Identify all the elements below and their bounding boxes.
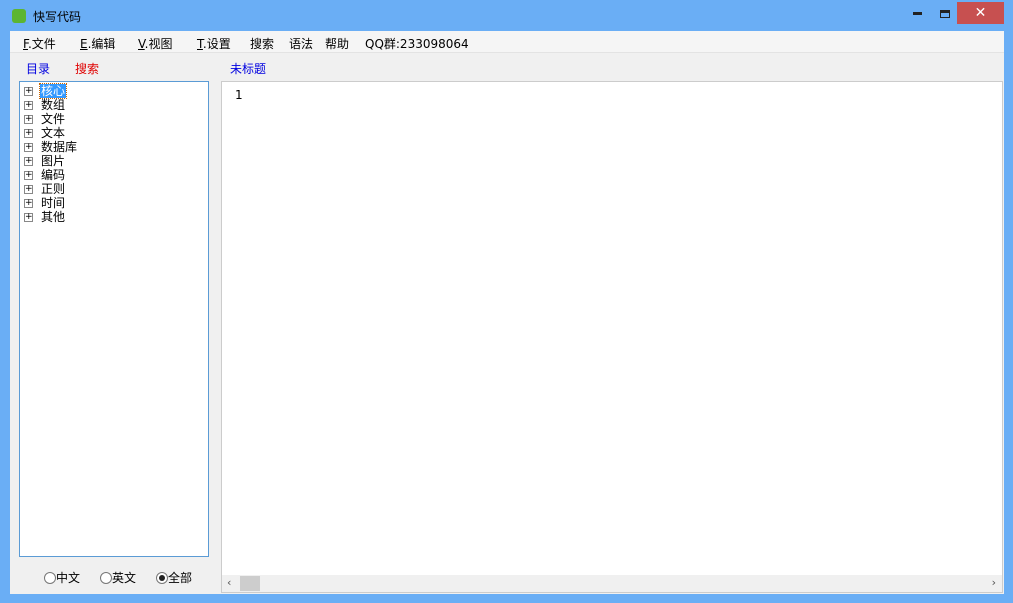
menu-view[interactable]: V.视图 — [138, 35, 173, 52]
expand-icon[interactable]: + — [24, 199, 33, 208]
tree-node-label: 文件 — [41, 112, 66, 126]
radio-english[interactable]: 英文 — [100, 569, 136, 586]
tree-node-label: 编码 — [41, 168, 66, 182]
radio-icon — [100, 572, 112, 584]
menu-bar: F.文件 E.编辑 V.视图 T.设置 搜索 语法 帮助 QQ群:2330980… — [10, 31, 1004, 53]
expand-icon[interactable]: + — [24, 129, 33, 138]
tab-search[interactable]: 搜索 — [75, 60, 99, 77]
menu-help[interactable]: 帮助 — [325, 35, 349, 52]
maximize-button[interactable] — [932, 2, 958, 24]
minimize-button[interactable] — [904, 2, 930, 24]
expand-icon[interactable]: + — [24, 101, 33, 110]
menu-qq-group[interactable]: QQ群:233098064 — [365, 35, 469, 52]
menu-label: .编辑 — [87, 37, 116, 51]
code-editor[interactable]: 1 ‹ › — [221, 81, 1003, 593]
expand-icon[interactable]: + — [24, 171, 33, 180]
expand-icon[interactable]: + — [24, 157, 33, 166]
tree-node-label: 数组 — [41, 98, 66, 112]
menu-label: .设置 — [202, 37, 231, 51]
client-area: F.文件 E.编辑 V.视图 T.设置 搜索 语法 帮助 QQ群:2330980… — [10, 31, 1004, 594]
scroll-right-icon[interactable]: › — [992, 576, 996, 589]
horizontal-scrollbar[interactable]: ‹ › — [222, 575, 1002, 592]
tree-node-label: 核心 — [38, 83, 68, 99]
tree-node-label: 正则 — [41, 182, 66, 196]
tab-catalog[interactable]: 目录 — [26, 60, 50, 77]
expand-icon[interactable]: + — [24, 115, 33, 124]
expand-icon[interactable]: + — [24, 213, 33, 222]
menu-settings[interactable]: T.设置 — [197, 35, 231, 52]
tree-node-label: 文本 — [41, 126, 66, 140]
tree-node-label: 其他 — [41, 210, 66, 224]
tree-node-label: 图片 — [41, 154, 66, 168]
expand-icon[interactable]: + — [24, 185, 33, 194]
close-button[interactable]: ✕ — [957, 2, 1004, 24]
radio-chinese[interactable]: 中文 — [44, 569, 80, 586]
line-number: 1 — [235, 88, 243, 102]
radio-all[interactable]: 全部 — [156, 569, 192, 586]
menu-label: .视图 — [144, 37, 173, 51]
expand-icon[interactable]: + — [24, 143, 33, 152]
title-bar: 快写代码 ✕ — [0, 0, 1013, 31]
minimize-icon — [912, 12, 922, 15]
tab-untitled[interactable]: 未标题 — [230, 60, 266, 77]
menu-edit[interactable]: E.编辑 — [80, 35, 115, 52]
radio-checked-icon — [156, 572, 168, 584]
menu-key: V — [138, 37, 145, 51]
radio-label: 中文 — [56, 571, 81, 585]
app-icon — [12, 9, 26, 23]
menu-file[interactable]: F.文件 — [23, 35, 56, 52]
menu-label: .文件 — [27, 37, 56, 51]
radio-icon — [44, 572, 56, 584]
expand-icon[interactable]: + — [24, 87, 33, 96]
catalog-tree[interactable]: + 核心 + 数组 + 文件 + 文本 + 数据库 + 图片 + 编码 + 正则 + 时间 + 其他 — [19, 81, 209, 557]
tree-node-label: 数据库 — [41, 140, 78, 154]
scroll-thumb[interactable] — [240, 576, 260, 591]
scroll-left-icon[interactable]: ‹ — [227, 576, 231, 589]
window-title: 快写代码 — [33, 10, 82, 24]
menu-syntax[interactable]: 语法 — [289, 35, 313, 52]
menu-search[interactable]: 搜索 — [250, 35, 274, 52]
maximize-icon — [940, 9, 950, 18]
radio-label: 全部 — [168, 571, 193, 585]
menu-key: E — [80, 37, 88, 51]
tree-node-label: 时间 — [41, 196, 66, 210]
radio-label: 英文 — [112, 571, 137, 585]
